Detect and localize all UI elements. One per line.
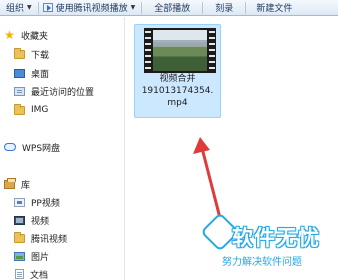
nav-libraries[interactable]: 库 — [4, 176, 30, 192]
new-folder-label: 新建文件 — [256, 4, 293, 14]
nav-wps-cloud[interactable]: WPS网盘 — [4, 139, 60, 155]
nav-desktop[interactable]: 桌面 — [14, 65, 49, 81]
documents-library-icon — [15, 269, 24, 279]
nav-videos-label: 视频 — [31, 216, 50, 227]
nav-pictures-label: 图片 — [31, 252, 50, 263]
organize-menu[interactable]: 组织 ▼ — [0, 0, 38, 16]
play-icon — [42, 3, 53, 12]
file-name-line: 视频合并 — [159, 74, 196, 84]
play-with-label: 使用腾讯视频播放 — [55, 4, 128, 14]
library-icon — [4, 177, 16, 189]
pp-video-library-icon — [14, 197, 25, 207]
nav-documents-label: 文档 — [30, 270, 49, 280]
nav-pp-video-label: PP视频 — [31, 198, 60, 209]
play-all-button[interactable]: 全部播放 — [142, 0, 202, 16]
new-folder-button[interactable]: 新建文件 — [246, 0, 298, 16]
desktop-icon — [14, 68, 25, 78]
downloads-folder-icon — [14, 47, 25, 59]
thumbnail-scene — [153, 30, 207, 71]
nav-wps-cloud-label: WPS网盘 — [22, 143, 61, 154]
folder-icon — [14, 103, 25, 115]
folder-icon — [14, 231, 25, 243]
watermark-subtitle: 努力解决软件问题 — [222, 257, 302, 268]
nav-favorites[interactable]: ★ 收藏夹 — [4, 27, 48, 43]
burn-button[interactable]: 刻录 — [203, 0, 245, 16]
red-arrow-annotation — [193, 137, 222, 220]
chevron-down-icon: ▼ — [27, 4, 32, 11]
nav-recent-label: 最近访问的位置 — [31, 87, 95, 98]
nav-documents[interactable]: 文档 — [14, 266, 48, 280]
nav-downloads-label: 下载 — [31, 50, 50, 61]
video-library-icon — [14, 215, 25, 225]
file-name-line: mp4 — [167, 98, 188, 108]
nav-downloads[interactable]: 下载 — [14, 46, 49, 62]
star-icon: ★ — [4, 28, 15, 42]
play-all-label: 全部播放 — [154, 4, 191, 14]
file-name-line: 191013174354. — [141, 86, 214, 96]
nav-videos[interactable]: 视频 — [14, 212, 49, 228]
recent-places-icon — [14, 86, 25, 96]
nav-favorites-label: 收藏夹 — [21, 31, 49, 42]
nav-pp-video[interactable]: PP视频 — [14, 194, 60, 210]
nav-recent[interactable]: 最近访问的位置 — [14, 83, 94, 99]
cloud-icon — [4, 143, 16, 151]
nav-tencent-video-label: 腾讯视频 — [31, 234, 68, 245]
nav-tencent-video[interactable]: 腾讯视频 — [14, 230, 67, 246]
video-file-name[interactable]: 视频合并 191013174354. mp4 — [134, 73, 221, 109]
play-with-button[interactable]: 使用腾讯视频播放 ▼ — [39, 0, 142, 16]
nav-libraries-label: 库 — [21, 180, 31, 191]
navigation-pane: ★ 收藏夹 下载 桌面 最近访问的位置 IMG WPS网盘 库 PP视频 视频 … — [0, 17, 124, 280]
organize-label: 组织 — [6, 4, 25, 14]
nav-desktop-label: 桌面 — [31, 69, 50, 80]
pictures-library-icon — [14, 251, 25, 261]
video-thumbnail[interactable] — [144, 28, 216, 73]
film-strip-icon — [209, 29, 215, 72]
nav-pictures[interactable]: 图片 — [14, 248, 49, 264]
nav-img[interactable]: IMG — [14, 102, 48, 118]
film-strip-icon — [145, 29, 151, 72]
command-toolbar: 组织 ▼ 使用腾讯视频播放 ▼ 全部播放 刻录 新建文件 — [0, 0, 338, 16]
watermark-title: 软件无忧 — [232, 226, 320, 250]
chevron-down-icon: ▼ — [130, 4, 136, 11]
burn-label: 刻录 — [215, 4, 234, 14]
nav-img-label: IMG — [31, 105, 49, 115]
